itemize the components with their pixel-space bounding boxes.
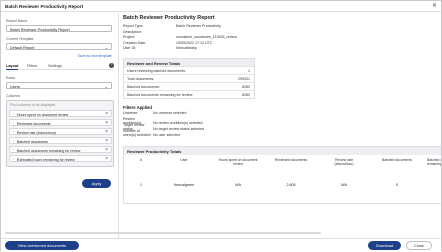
- column-item-label: Hours spent on document review: [17, 112, 69, 117]
- meta-row: Creation Date: 10/05/2022 17:12 UTC: [123, 40, 213, 45]
- remove-icon[interactable]: ×: [105, 138, 108, 144]
- column-header: Batched documents: [382, 158, 412, 162]
- columns-search-input[interactable]: Find columns to be displayed: [10, 103, 55, 107]
- column-header: Batched documents remaining for review: [426, 158, 441, 167]
- remove-icon[interactable]: ×: [105, 129, 108, 135]
- productivity-table: Reviewer Productivity Totals # User Hour…: [123, 146, 441, 204]
- column-item-label: Review rate (#docs/hour): [17, 130, 57, 135]
- column-item[interactable]: ⋮⋮ Hours spent on document review ×: [9, 110, 112, 117]
- footer-bar: View overturned documents Download Close: [1, 238, 441, 252]
- column-item-label: Estimated hours remaining for review: [17, 157, 75, 162]
- settings-tabs: Layout Filters Settings ?: [6, 63, 114, 70]
- window-title: Batch Reviewer Productivity Report: [5, 4, 84, 9]
- productivity-header: Reviewer Productivity Totals: [124, 147, 441, 155]
- meta-row: User ID: Nexcalibrahy: [123, 46, 197, 50]
- title-bar: Batch Reviewer Productivity Report ✕: [1, 1, 441, 12]
- report-preview: Batch Reviewer Productivity Report Repor…: [120, 13, 441, 238]
- filters-header: Filters Applied: [123, 105, 152, 110]
- column-item[interactable]: ⋮⋮ Estimated hours remaining for review …: [9, 155, 112, 162]
- table-row: 1 Nexcalgreen N/A 2,605 N/A 0: [140, 182, 398, 187]
- meta-row: Project: woodsnee_woodsnee_113526_review: [123, 35, 237, 39]
- view-overturned-button[interactable]: View overturned documents: [5, 241, 79, 250]
- totals-section: Reviewer and Review Totals Users reviewi…: [123, 58, 255, 99]
- tab-layout[interactable]: Layout: [6, 64, 19, 70]
- column-item-label: Reviewed documents: [17, 121, 51, 126]
- columns-list: Find columns to be displayed ⋮⋮ Hours sp…: [6, 100, 114, 167]
- column-item-label: Batched documents: [17, 139, 48, 144]
- column-header: Hours spent on document review: [218, 158, 258, 167]
- remove-icon[interactable]: ×: [105, 156, 108, 162]
- totals-row: Batched documents remaining for review: 8…: [124, 90, 254, 98]
- tab-settings[interactable]: Settings: [48, 64, 62, 68]
- column-header: Reviewed documents: [274, 158, 308, 162]
- column-item[interactable]: ⋮⋮ Reviewed documents ×: [9, 119, 112, 126]
- filter-row: Universe: No universe selected: [123, 111, 187, 115]
- apply-button[interactable]: Apply: [82, 179, 111, 188]
- chevron-down-icon: ⌄: [104, 45, 108, 50]
- remove-icon[interactable]: ×: [105, 147, 108, 153]
- rows-select[interactable]: Users ⌄: [6, 82, 112, 89]
- column-header: #: [140, 158, 142, 162]
- download-button[interactable]: Download: [368, 241, 401, 250]
- totals-header: Reviewer and Review Totals: [124, 59, 254, 66]
- totals-row: Batched documents: 8283: [124, 82, 254, 90]
- totals-row: Users reviewing batched documents: 1: [124, 66, 254, 74]
- close-icon[interactable]: ✕: [432, 3, 437, 9]
- template-label: Current Template: [6, 37, 34, 41]
- column-item[interactable]: ⋮⋮ Batched documents ×: [9, 137, 112, 144]
- chevron-down-icon: ⌄: [104, 84, 108, 89]
- horizontal-scrollbar[interactable]: [5, 232, 321, 234]
- remove-icon[interactable]: ×: [105, 111, 108, 117]
- column-item[interactable]: ⋮⋮ Review rate (#docs/hour) ×: [9, 128, 112, 135]
- column-item[interactable]: ⋮⋮ Batched documents remaining for revie…: [9, 146, 112, 153]
- rows-select-value: Users: [10, 84, 20, 89]
- report-name-label: Report Name: [6, 19, 28, 23]
- column-header: User: [180, 158, 188, 162]
- template-select-value: Default Report: [10, 45, 35, 50]
- remove-icon[interactable]: ×: [105, 120, 108, 126]
- save-template-link[interactable]: Save as new template: [78, 54, 112, 58]
- report-name-input[interactable]: Batch Reviewer Productivity Report: [6, 25, 112, 32]
- help-icon[interactable]: ?: [109, 63, 114, 68]
- report-window: Batch Reviewer Productivity Report ✕ Rep…: [0, 0, 442, 252]
- filter-row: Number of users(s) selected: No user sele…: [123, 129, 180, 138]
- tab-filters[interactable]: Filters: [27, 64, 37, 68]
- report-title: Batch Reviewer Productivity Report: [123, 15, 215, 21]
- meta-row: Description:: [123, 29, 142, 34]
- column-header: Review rate (#docs/hour): [334, 158, 354, 167]
- totals-row: Total documents: 299331: [124, 74, 254, 82]
- template-select[interactable]: Default Report ⌄: [6, 43, 112, 50]
- close-button[interactable]: Close: [406, 241, 432, 250]
- meta-row: Report Type: Batch Reviewer Productivity: [123, 24, 221, 28]
- rows-label: Rows: [6, 76, 15, 80]
- report-settings-panel: Report Name Batch Reviewer Productivity …: [1, 13, 119, 238]
- column-item-label: Batched documents remaining for review: [17, 148, 81, 153]
- columns-label: Columns: [6, 94, 21, 98]
